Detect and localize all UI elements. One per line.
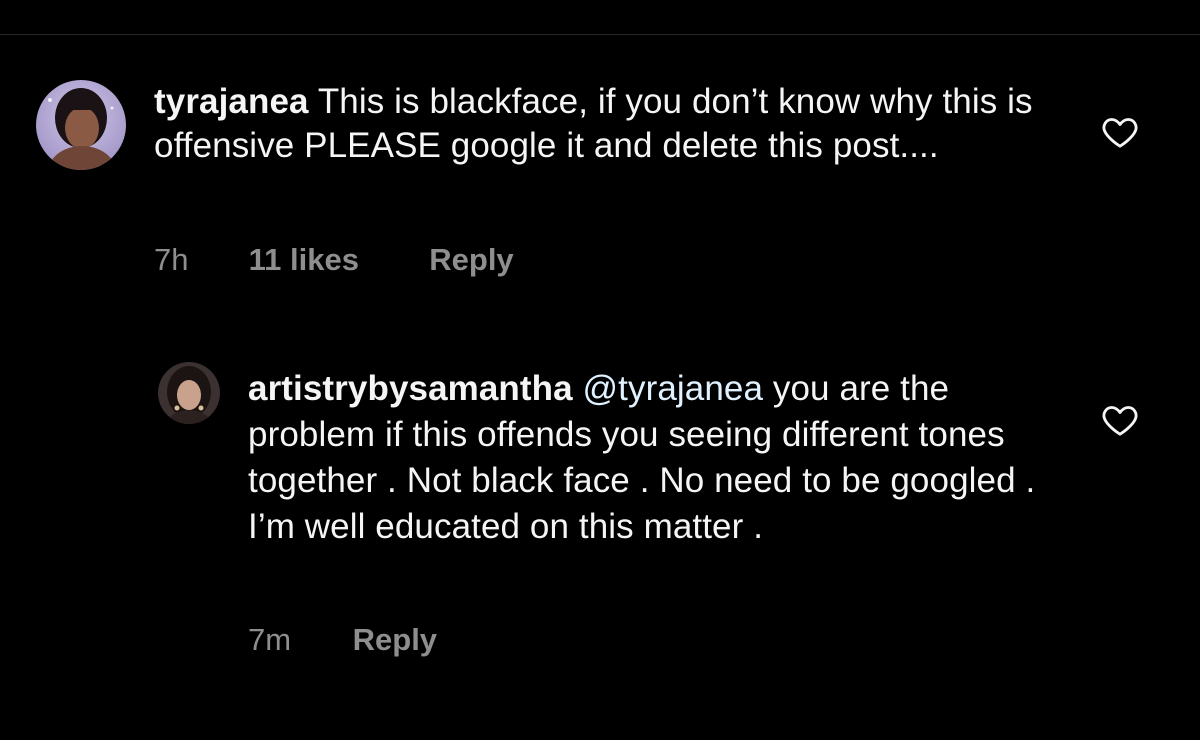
comment-likes[interactable]: 11 likes [249,242,421,278]
heart-outline-icon[interactable] [1100,112,1140,152]
reply-username[interactable]: artistrybysamantha [248,369,573,408]
comment-meta: 7h 11 likes Reply [154,242,514,278]
comment-reply-button[interactable]: Reply [429,242,513,278]
reply-meta: 7m Reply [248,622,437,658]
reply-text-block: artistrybysamantha @tyrajanea you are th… [248,366,1048,550]
comment: tyrajanea This is blackface, if you don’… [0,0,1200,300]
comment-time: 7h [154,242,189,277]
reply-mention[interactable]: @tyrajanea [583,369,764,408]
reply-time: 7m [248,622,292,657]
reply: artistrybysamantha @tyrajanea you are th… [0,340,1200,680]
reply-reply-button[interactable]: Reply [353,622,437,658]
avatar[interactable] [36,80,126,170]
heart-outline-icon[interactable] [1100,400,1140,440]
comment-text-block: tyrajanea This is blackface, if you don’… [154,80,1034,168]
comment-username[interactable]: tyrajanea [154,82,309,121]
avatar[interactable] [158,362,220,424]
